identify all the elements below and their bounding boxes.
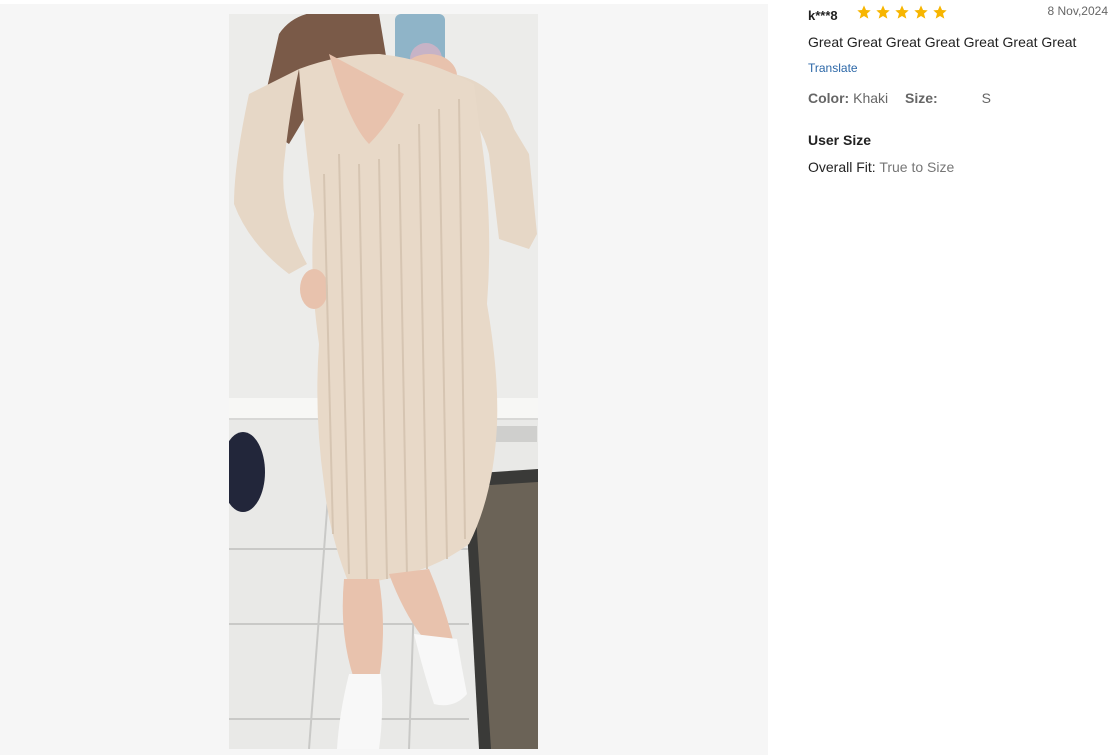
translate-link[interactable]: Translate [808, 61, 858, 75]
star-icon [895, 5, 909, 19]
review-photo[interactable] [229, 14, 538, 749]
size-value: S [981, 90, 991, 106]
review-date: 8 Nov,2024 [1047, 4, 1109, 18]
color-label: Color: [808, 90, 850, 106]
rating-stars [856, 4, 948, 22]
star-icon [933, 5, 947, 19]
review-detail: k***8 8 Nov,2024 Great Great Great Great… [808, 0, 1112, 755]
overall-fit-label: Overall Fit: [808, 159, 876, 175]
overall-fit-value: True to Size [879, 159, 955, 175]
color-value: Khaki [853, 90, 889, 106]
user-size-title: User Size [808, 132, 872, 148]
star-icon [857, 5, 871, 19]
reviewer-name: k***8 [808, 8, 838, 23]
review-header: k***8 8 Nov,2024 [808, 4, 1108, 24]
star-icon [876, 5, 890, 19]
purchase-attributes: Color: Khaki Size: S [808, 90, 991, 106]
review-detail-page: k***8 8 Nov,2024 Great Great Great Great… [0, 0, 1112, 755]
star-icon [914, 5, 928, 19]
review-image-panel [0, 4, 768, 755]
overall-fit: Overall Fit: True to Size [808, 159, 954, 175]
size-label: Size: [905, 90, 938, 106]
customer-photo-illustration [229, 14, 538, 749]
review-body: Great Great Great Great Great Great Grea… [808, 34, 1077, 50]
